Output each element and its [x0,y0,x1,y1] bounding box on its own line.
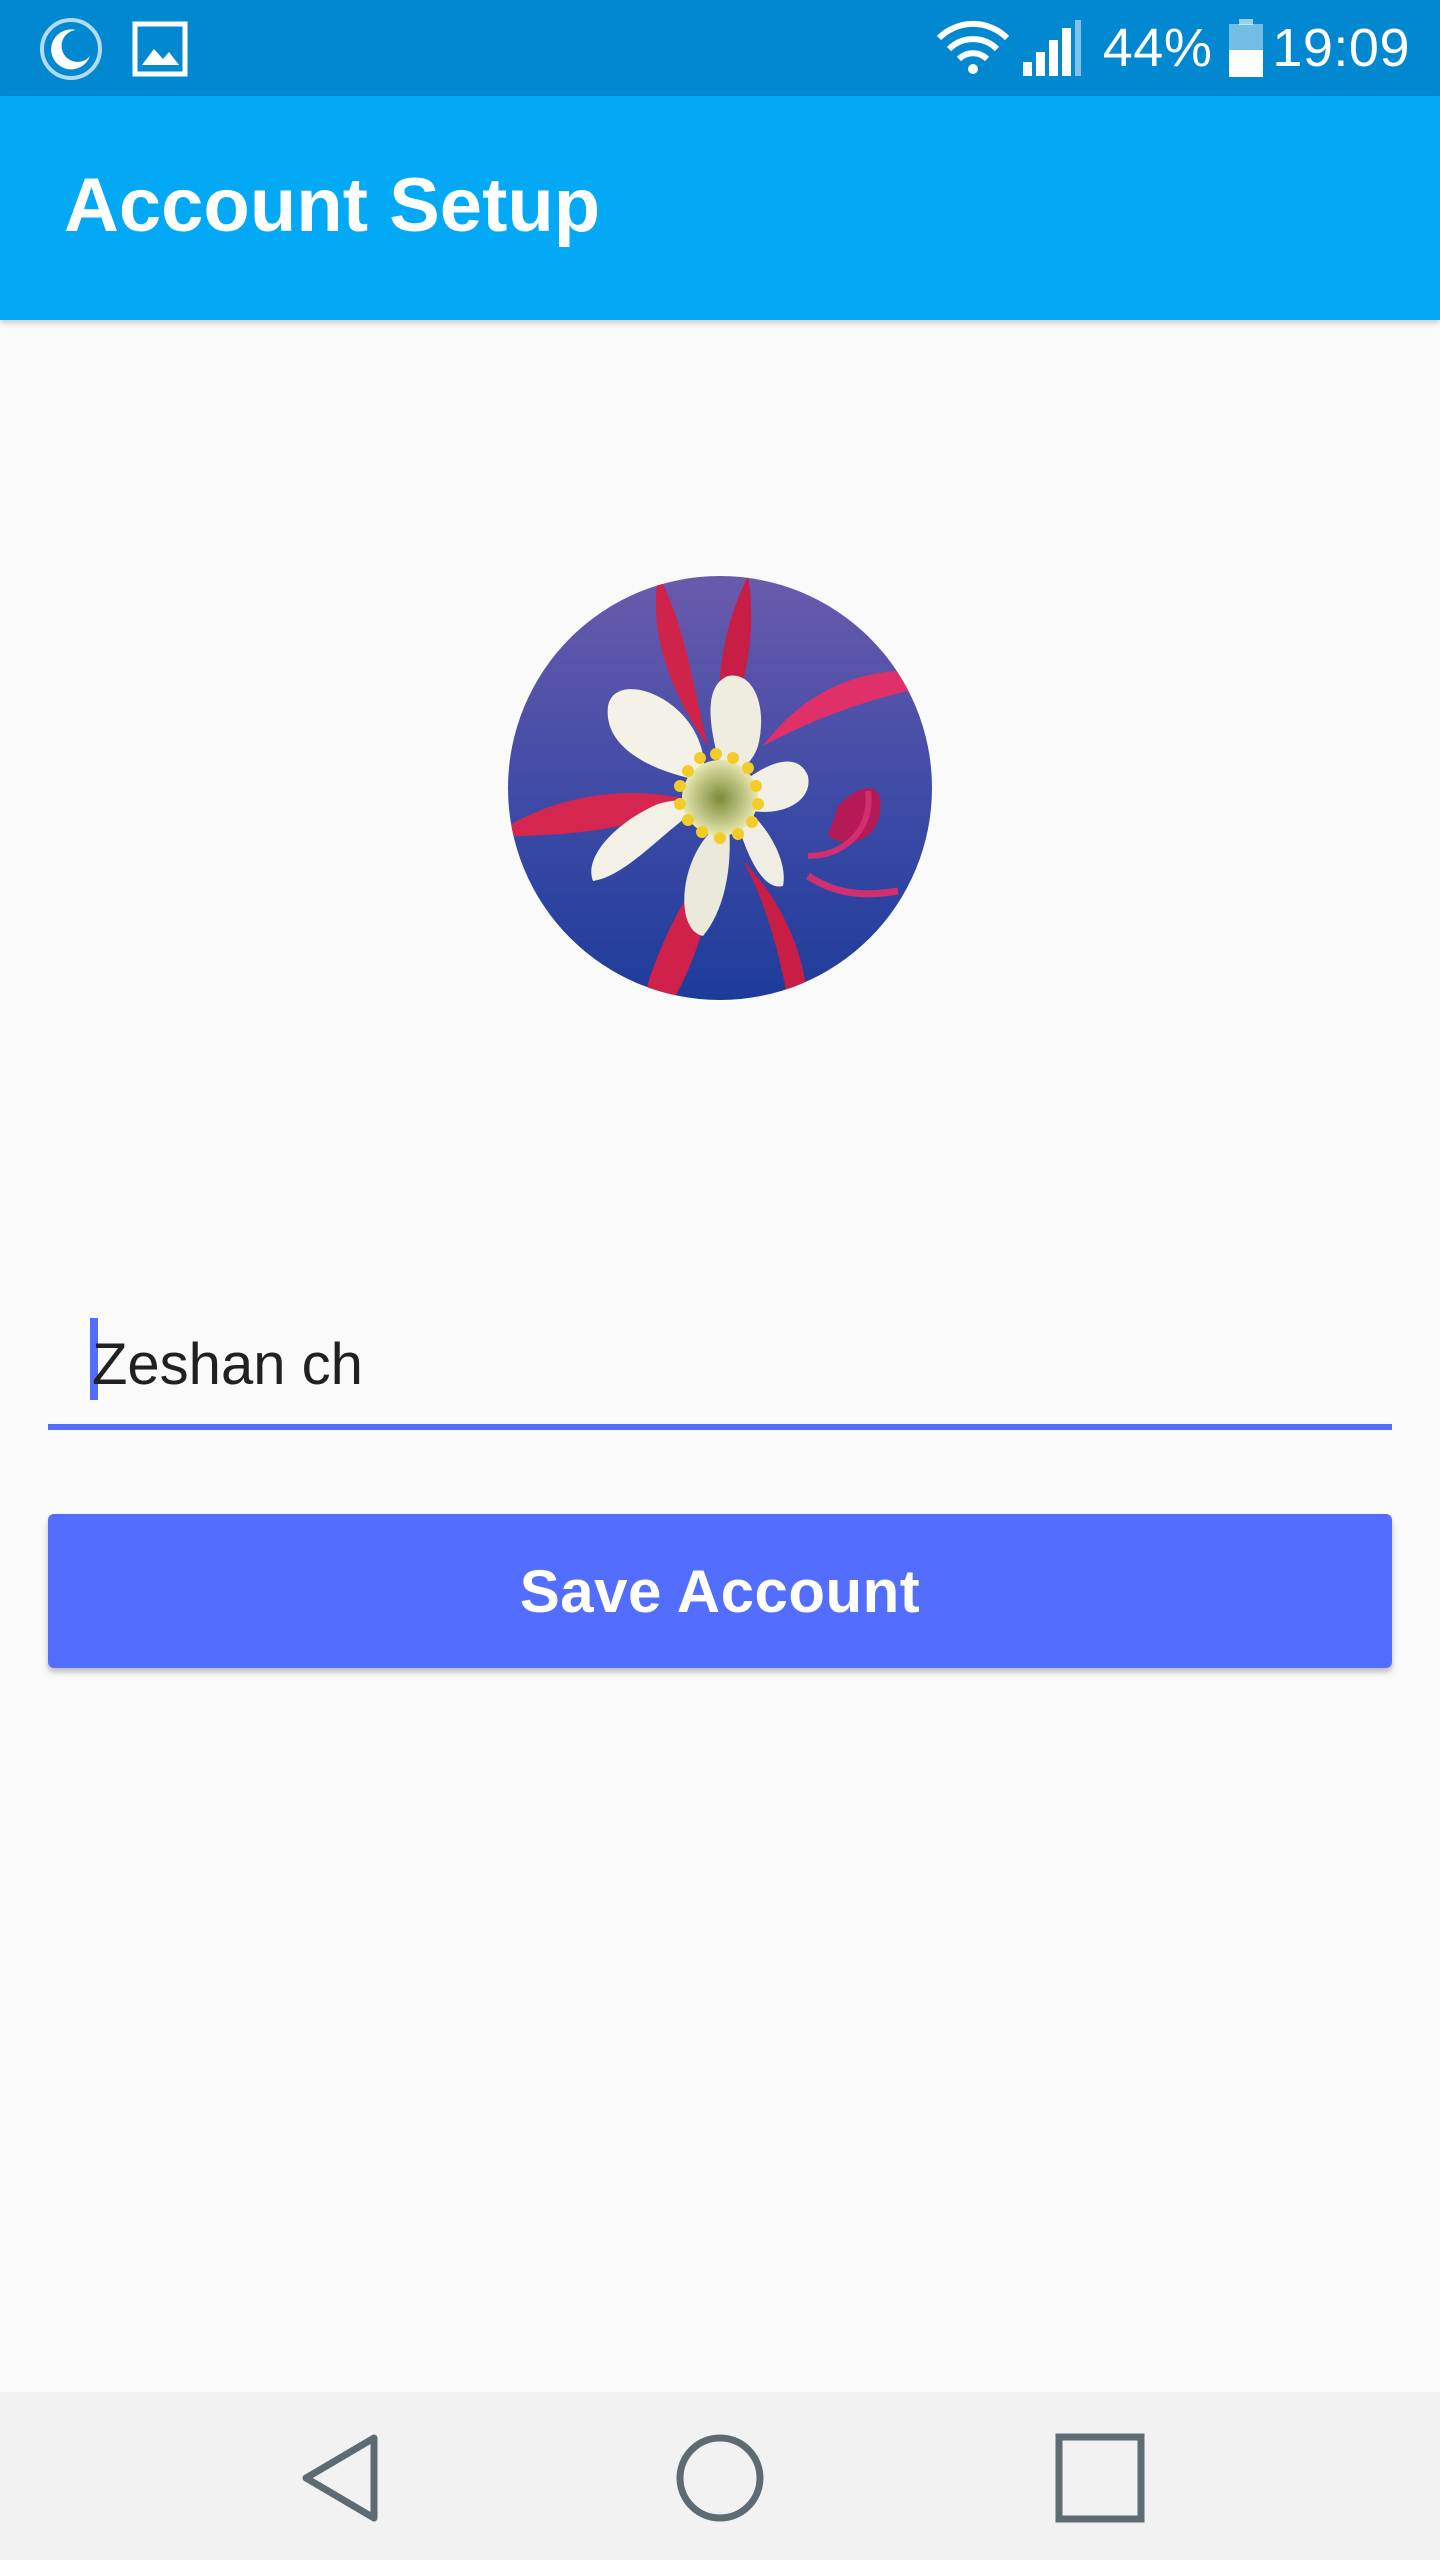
back-icon [298,2432,382,2529]
cell-signal-icon [1021,18,1083,78]
status-bar: 44% 19:09 [0,0,1440,96]
save-account-button[interactable]: Save Account [48,1514,1392,1668]
image-icon [132,21,188,77]
navigation-bar [0,2392,1440,2560]
battery-icon [1228,18,1264,78]
name-input[interactable] [90,1324,1350,1404]
page-title: Account Setup [64,163,601,248]
name-field[interactable] [48,1290,1392,1430]
back-button[interactable] [290,2430,390,2530]
battery-percent: 44% [1102,18,1213,78]
wifi-icon [935,20,1011,76]
recents-icon [1054,2432,1146,2529]
app-bar: Account Setup [0,96,1440,320]
flower-photo [508,576,932,1000]
recents-button[interactable] [1050,2430,1150,2530]
night-mode-icon [38,16,104,82]
home-button[interactable] [670,2430,770,2530]
home-icon [674,2432,766,2529]
avatar[interactable] [508,576,932,1000]
status-clock: 19:09 [1272,18,1410,78]
